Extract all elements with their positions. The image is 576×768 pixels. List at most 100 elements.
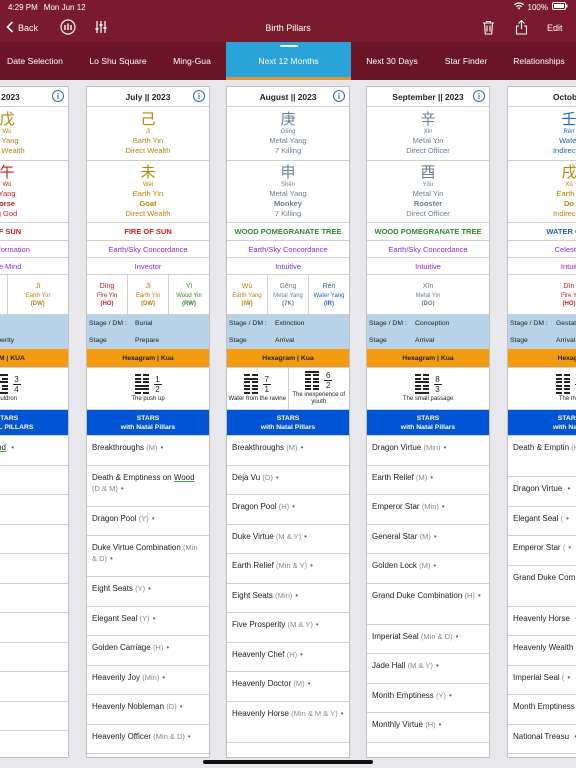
- star-item[interactable]: H)•: [0, 495, 68, 525]
- settings-sliders-button[interactable]: [94, 14, 108, 42]
- star-item[interactable]: Grand Duke Com •: [508, 566, 576, 607]
- star-item[interactable]: Elegant Seal (Y) •: [87, 607, 209, 636]
- star-item[interactable]: Death & Emptin (H)•: [508, 436, 576, 477]
- share-button[interactable]: [515, 14, 528, 42]
- stage-dm-value: Gestat: [556, 319, 576, 327]
- star-item[interactable]: Imperial Seal (Min & D) •: [367, 625, 489, 654]
- star-item[interactable]: (Min)•: [0, 525, 68, 554]
- stage-dm-row: Stage / DM : Burial: [87, 315, 209, 332]
- star-item[interactable]: Heavenly Horse •: [508, 607, 576, 636]
- star-item[interactable]: Emperor Star (Min) •: [367, 495, 489, 525]
- tab-next-12-months[interactable]: Next 12 Months: [226, 42, 351, 80]
- hexagram-cell[interactable]: 34auldron: [0, 368, 68, 409]
- star-item[interactable]: Heavenly Joy (Min) •: [87, 666, 209, 695]
- month-card[interactable]: August || 2023 i 庚 Gēng Metal Yang 7 Killing 申…: [226, 86, 350, 758]
- star-item[interactable]: Eight Seats (Y) •: [87, 577, 209, 607]
- star-item[interactable]: Heavenly Doctor (M) •: [227, 672, 349, 702]
- star-item[interactable]: Dragon Pool (H) •: [227, 495, 349, 525]
- star-item[interactable]: Golden Carriage (H) •: [87, 636, 209, 666]
- star-item[interactable]: Duke Virtue Combination (Min & D) •: [87, 536, 209, 577]
- star-item[interactable]: Month Emptiness •: [508, 695, 576, 725]
- star-item[interactable]: Month Emptiness (Y) •: [367, 684, 489, 713]
- back-button[interactable]: Back: [6, 14, 38, 42]
- hidden-stem-pinyin: Dīng: [99, 282, 115, 290]
- hexagram-cell[interactable]: 8 3 The small passage: [367, 368, 489, 409]
- star-name: Dragon Virtue: [372, 443, 422, 452]
- month-card[interactable]: July || 2023 i 己 Jǐ Earth Yin Direct Wealth 未 W…: [86, 86, 210, 758]
- hexagram-period: 2: [155, 384, 160, 394]
- branch-pinyin: Wǔ: [2, 182, 12, 188]
- tab-next-30-days[interactable]: Next 30 Days: [358, 42, 426, 80]
- star-item[interactable]: Golden Lock (M) •: [367, 554, 489, 584]
- tab-star-finder[interactable]: Star Finder: [436, 42, 496, 80]
- hexagram-cell[interactable]: 7 1 Water from the ravine: [227, 368, 289, 409]
- tab-date-selection[interactable]: Date Selection: [0, 42, 70, 80]
- bullet-dot-icon: •: [477, 590, 481, 600]
- hexagram-cell[interactable]: The me: [508, 368, 576, 409]
- month-card[interactable]: September || 2023 i 辛 Xīn Metal Yin Direct Of…: [366, 86, 490, 758]
- star-item[interactable]: Eight Seats (Min) •: [227, 584, 349, 613]
- star-item[interactable]: se (Min & D)•: [0, 672, 68, 702]
- star-item[interactable]: Min)•: [0, 466, 68, 495]
- hidden-stem-element: Earth Yang: [232, 292, 262, 299]
- star-item[interactable]: Deja Vu (D) •: [227, 466, 349, 495]
- hexagram-header: Hexagr: [508, 349, 576, 368]
- month-header: Octoberi: [508, 87, 576, 107]
- info-icon[interactable]: i: [473, 90, 485, 102]
- info-icon[interactable]: i: [52, 90, 64, 102]
- info-icon[interactable]: i: [333, 90, 345, 102]
- star-item[interactable]: Breakthroughs (M) •: [227, 436, 349, 466]
- star-item[interactable]: e (M)•: [0, 554, 68, 584]
- star-item[interactable]: Grand Duke Combination (H) •: [367, 584, 489, 625]
- chart-wheel-button[interactable]: [60, 14, 76, 42]
- edit-button[interactable]: Edit: [547, 14, 563, 42]
- star-item[interactable]: Heavenly Officer (Min & D) •: [87, 725, 209, 754]
- bullet-dot-icon: •: [292, 502, 295, 511]
- star-item[interactable]: Breakthroughs (M) •: [87, 436, 209, 466]
- star-item[interactable]: Death & Emptiness on Wood (D & M) •: [87, 466, 209, 507]
- delete-button[interactable]: [482, 14, 495, 42]
- star-item[interactable]: Dragon Virtue •: [508, 477, 576, 507]
- branch-animal: Do: [564, 199, 574, 208]
- star-item[interactable]: tiness on Wood •: [0, 436, 68, 466]
- star-item[interactable]: Heavenly Nobleman (D) •: [87, 695, 209, 725]
- star-item[interactable]: National Treasu •: [508, 725, 576, 754]
- star-item[interactable]: Dragon Virtue (Min) •: [367, 436, 489, 466]
- star-item[interactable]: (Min)•: [0, 613, 68, 643]
- bullet-dot-icon: •: [295, 590, 299, 600]
- bullet-dot-icon: •: [568, 543, 572, 552]
- month-card[interactable]: Octoberi壬RénWaterIndirect R戌XūEarth YDoI…: [507, 86, 576, 758]
- info-icon[interactable]: i: [193, 90, 205, 102]
- star-pillars: (M): [419, 561, 431, 570]
- star-pillars: (M): [419, 531, 431, 541]
- star-pillars: (Min & Y): [276, 561, 308, 570]
- star-item[interactable]: Heavenly Wealth •: [508, 636, 576, 666]
- star-pillars: (M): [286, 443, 298, 452]
- month-header: August || 2023 i: [227, 87, 349, 107]
- star-item[interactable]: Earth Relief (M) •: [367, 466, 489, 495]
- star-item[interactable]: Heavenly Chef (H) •: [227, 643, 349, 672]
- star-item[interactable]: Heavenly Horse (Min & M & Y) •: [227, 702, 349, 743]
- star-item[interactable]: Five Prosperity (M & Y) •: [227, 613, 349, 643]
- month-card[interactable]: || 2023i戊Wùn Yangect Wealth午WǔYangorseg …: [0, 86, 69, 758]
- star-item[interactable]: Jade Hall (M & Y) •: [367, 654, 489, 684]
- star-item[interactable]: Monthly Virtue (H) •: [367, 713, 489, 743]
- hexagram-cell[interactable]: 6 2 The inexperience of youth: [289, 368, 350, 409]
- star-item[interactable]: Elegant Seal (•: [508, 507, 576, 536]
- hexagram-cell[interactable]: 1 2 The push up: [87, 368, 209, 409]
- star-item[interactable]: Min)•: [0, 584, 68, 613]
- star-pillars: (: [561, 672, 565, 682]
- star-item[interactable]: Duke Virtue (M & Y) •: [227, 525, 349, 554]
- star-item[interactable]: Imperial Seal (•: [508, 666, 576, 695]
- star-item[interactable]: Emperor Star (•: [508, 536, 576, 566]
- star-name: Breakthroughs: [232, 443, 285, 452]
- star-item[interactable]: Earth Relief (Min & Y) •: [227, 554, 349, 584]
- star-item[interactable]: General Star (M) •: [367, 525, 489, 554]
- star-item[interactable]: (Y)•: [0, 702, 68, 731]
- tab-relationships[interactable]: Relationships: [506, 42, 572, 80]
- tab-lo-shu-square[interactable]: Lo Shu Square: [80, 42, 156, 80]
- tab-ming-gua[interactable]: Ming-Gua: [164, 42, 220, 80]
- months-carousel[interactable]: || 2023i戊Wùn Yangect Wealth午WǔYangorseg …: [0, 80, 576, 768]
- star-item[interactable]: Dragon Pool (Y) •: [87, 507, 209, 536]
- star-item[interactable]: f (M & Y)•: [0, 643, 68, 672]
